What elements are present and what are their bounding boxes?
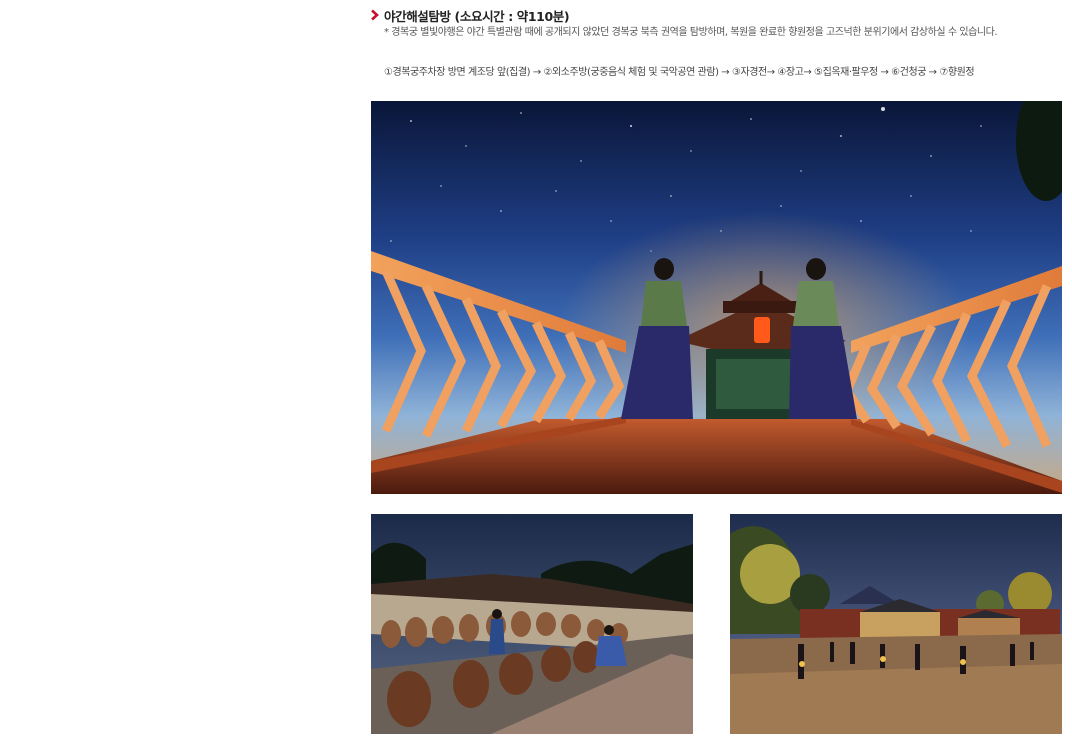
chevron-right-icon [371, 9, 379, 21]
photo-jangdokdae-jars [371, 514, 693, 734]
night-tour-section: 야간해설탐방 (소요시간 : 약110분) * 경복궁 별빛야행은 야간 특별관… [371, 6, 1062, 80]
section-description: * 경복궁 별빛야행은 야간 특별관람 때에 공개되지 않았던 경복궁 북측 권… [384, 27, 998, 38]
tour-route: ①경복궁주차장 방면 계조당 앞(집결) → ②외소주방(궁중음식 체험 및 국… [384, 67, 975, 78]
photo-hyangwonjeong-bridge [371, 101, 1062, 494]
section-title-row: 야간해설탐방 (소요시간 : 약110분) [371, 6, 1062, 24]
section-title: 야간해설탐방 (소요시간 : 약110분) [384, 8, 570, 24]
photo-palace-courtyard [730, 514, 1062, 734]
